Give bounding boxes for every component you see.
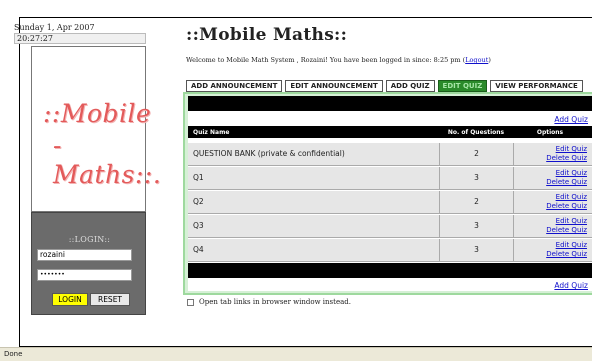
tab-edit-quiz[interactable]: EDIT QUIZ xyxy=(437,80,488,92)
table-header: Quiz Name No. of Questions Options xyxy=(188,126,592,138)
edit-quiz-panel: Add Quiz Quiz Name No. of Questions Opti… xyxy=(183,92,592,295)
table-row: Q3 3 Edit Quiz Delete Quiz xyxy=(188,215,592,238)
row-options: Edit Quiz Delete Quiz xyxy=(514,169,590,186)
table-row: QUESTION BANK (private & confidential) 2… xyxy=(188,143,592,166)
tab-bar: ADD ANNOUNCEMENT EDIT ANNOUNCEMENT ADD Q… xyxy=(186,80,583,92)
edit-quiz-link[interactable]: Edit Quiz xyxy=(514,193,587,202)
current-date: Sunday 1, Apr 2007 xyxy=(14,23,95,32)
delete-quiz-link[interactable]: Delete Quiz xyxy=(514,250,587,259)
table-row: Q2 2 Edit Quiz Delete Quiz xyxy=(188,191,592,214)
quiz-name: Q3 xyxy=(188,215,440,237)
question-count: 3 xyxy=(440,167,514,189)
login-panel: ::LOGIN:: rozaini ••••••• LOGIN RESET xyxy=(31,212,146,315)
row-options: Edit Quiz Delete Quiz xyxy=(514,145,590,162)
quiz-name: Q4 xyxy=(188,239,440,261)
edit-quiz-link[interactable]: Edit Quiz xyxy=(514,145,587,154)
password-input[interactable]: ••••••• xyxy=(37,269,132,281)
delete-quiz-link[interactable]: Delete Quiz xyxy=(514,154,587,163)
question-count: 2 xyxy=(440,143,514,165)
row-options: Edit Quiz Delete Quiz xyxy=(514,241,590,258)
current-time: 20:27:27 xyxy=(14,33,146,44)
delete-quiz-link[interactable]: Delete Quiz xyxy=(514,178,587,187)
delete-quiz-link[interactable]: Delete Quiz xyxy=(514,226,587,235)
row-options: Edit Quiz Delete Quiz xyxy=(514,193,590,210)
tab-add-quiz[interactable]: ADD QUIZ xyxy=(385,80,435,92)
table-row: Q4 3 Edit Quiz Delete Quiz xyxy=(188,239,592,262)
edit-quiz-link[interactable]: Edit Quiz xyxy=(514,241,587,250)
open-tabs-label: Open tab links in browser window instead… xyxy=(199,298,351,306)
panel-content: Add Quiz Quiz Name No. of Questions Opti… xyxy=(188,96,592,291)
column-header-count: No. of Questions xyxy=(447,129,505,136)
username-input[interactable]: rozaini xyxy=(37,249,132,261)
table-row: Q1 3 Edit Quiz Delete Quiz xyxy=(188,167,592,190)
quiz-name: QUESTION BANK (private & confidential) xyxy=(188,143,440,165)
add-quiz-link-bottom[interactable]: Add Quiz xyxy=(554,281,588,290)
edit-quiz-link[interactable]: Edit Quiz xyxy=(514,217,587,226)
open-tabs-option: Open tab links in browser window instead… xyxy=(187,298,351,306)
tab-view-performance[interactable]: VIEW PERFORMANCE xyxy=(490,80,583,92)
add-quiz-link-top[interactable]: Add Quiz xyxy=(554,115,588,124)
quiz-name: Q1 xyxy=(188,167,440,189)
logout-link[interactable]: Logout xyxy=(465,56,488,64)
page-title: ::Mobile Maths:: xyxy=(186,25,348,45)
column-header-name: Quiz Name xyxy=(193,129,230,136)
reset-button[interactable]: RESET xyxy=(90,293,130,306)
welcome-message: Welcome to Mobile Math System , Rozaini!… xyxy=(186,56,491,64)
login-button[interactable]: LOGIN xyxy=(52,293,88,306)
open-tabs-checkbox[interactable] xyxy=(187,298,194,306)
question-count: 3 xyxy=(440,239,514,261)
question-count: 3 xyxy=(440,215,514,237)
row-options: Edit Quiz Delete Quiz xyxy=(514,217,590,234)
top-header-bar xyxy=(188,96,592,111)
welcome-close: ) xyxy=(488,56,491,64)
tab-edit-announcement[interactable]: EDIT ANNOUNCEMENT xyxy=(285,80,383,92)
question-count: 2 xyxy=(440,191,514,213)
bottom-footer-bar xyxy=(188,263,592,278)
edit-quiz-link[interactable]: Edit Quiz xyxy=(514,169,587,178)
delete-quiz-link[interactable]: Delete Quiz xyxy=(514,202,587,211)
logo-line-2: -Maths::. xyxy=(53,131,162,189)
login-title: ::LOGIN:: xyxy=(68,235,111,244)
column-header-options: Options xyxy=(536,129,564,136)
logo-box: ::Mobile -Maths::. xyxy=(31,46,161,212)
browser-status-bar: Done xyxy=(0,347,592,361)
logo-line-1: ::Mobile xyxy=(43,99,152,128)
quiz-name: Q2 xyxy=(188,191,440,213)
tab-add-announcement[interactable]: ADD ANNOUNCEMENT xyxy=(186,80,283,92)
welcome-text: Welcome to Mobile Math System , Rozaini!… xyxy=(186,56,466,64)
